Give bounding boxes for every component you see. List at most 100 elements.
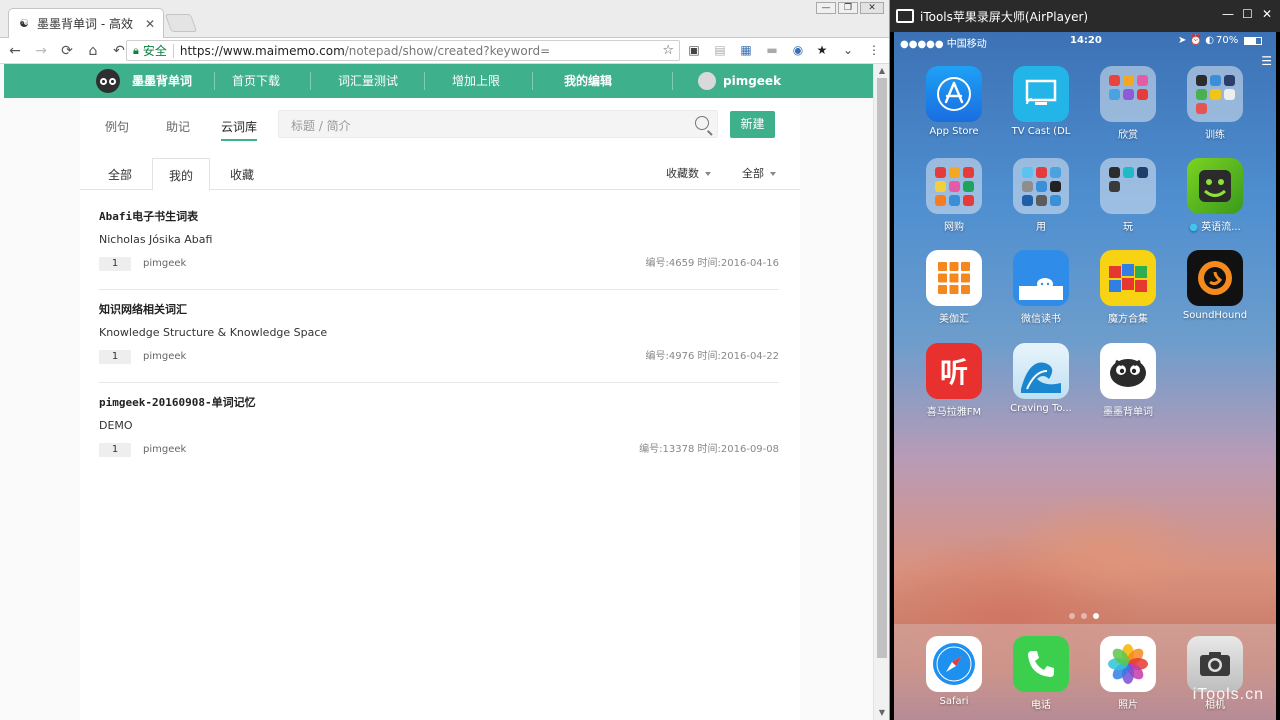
app-tv-cast[interactable]: TV Cast (DL bbox=[1001, 66, 1081, 137]
entry-subtitle: DEMO bbox=[99, 419, 133, 432]
app-label: 喜马拉雅FM bbox=[926, 407, 982, 418]
new-tab-button[interactable] bbox=[164, 14, 198, 32]
soundhound-icon bbox=[1187, 250, 1243, 306]
itools-menu-icon[interactable]: ☰ bbox=[1261, 54, 1272, 68]
nav-my-edits[interactable]: 我的编辑 bbox=[564, 64, 612, 98]
list-item[interactable]: pimgeek-20160908-单词记忆 DEMO 1 pimgeek 编号:… bbox=[99, 384, 779, 476]
home-icon[interactable]: ⌂ bbox=[82, 40, 104, 62]
favicon-icon: ☯ bbox=[19, 17, 29, 30]
dock-app-phone[interactable]: 电话 bbox=[1001, 636, 1081, 711]
search-icon[interactable] bbox=[695, 116, 709, 130]
dock-app-photos[interactable]: 照片 bbox=[1088, 636, 1168, 711]
app-wechat-read[interactable]: 微信读书 bbox=[1001, 250, 1081, 325]
list-item[interactable]: 知识网络相关词汇 Knowledge Structure & Knowledge… bbox=[99, 291, 779, 383]
scroll-down-icon[interactable]: ▼ bbox=[874, 706, 889, 720]
extension-badge-icon[interactable]: ◉ bbox=[790, 42, 806, 58]
caret-down-icon bbox=[770, 172, 776, 176]
entry-author[interactable]: pimgeek bbox=[143, 443, 186, 457]
maimemo-logo-icon[interactable] bbox=[96, 69, 120, 93]
battery-icon bbox=[1244, 37, 1262, 45]
app-label-text: 英语流... bbox=[1201, 222, 1241, 233]
extension-page-icon[interactable]: ▤ bbox=[712, 42, 728, 58]
extension-square-icon[interactable]: ▣ bbox=[686, 42, 702, 58]
user-name[interactable]: pimgeek bbox=[723, 64, 781, 98]
app-meijiahui[interactable]: 美伽汇 bbox=[914, 250, 994, 325]
entry-author[interactable]: pimgeek bbox=[143, 350, 186, 364]
entry-title[interactable]: 知识网络相关词汇 bbox=[99, 301, 187, 317]
subtab-examples[interactable]: 例句 bbox=[105, 118, 129, 135]
page-scrollbar[interactable]: ▲ ▼ bbox=[873, 64, 889, 720]
search-placeholder: 标题 / 简介 bbox=[291, 119, 351, 133]
filter-tab-all[interactable]: 全部 bbox=[90, 158, 150, 190]
app-label: 微信读书 bbox=[1021, 314, 1061, 325]
address-bar[interactable]: 🔒︎ 安全 https://www.maimemo.com/notepad/sh… bbox=[126, 40, 680, 61]
app-label: 用 bbox=[1036, 222, 1046, 233]
app-craving-to[interactable]: Craving To... bbox=[1001, 343, 1081, 414]
folder-shopping[interactable]: 网购 bbox=[914, 158, 994, 233]
sort-dropdown[interactable]: 收藏数 bbox=[666, 158, 711, 190]
photos-flower-icon bbox=[1100, 636, 1156, 692]
english-app-face-icon bbox=[1187, 158, 1243, 214]
entry-subtitle: Nicholas Jósika Abafi bbox=[99, 233, 213, 246]
chevron-down-icon[interactable]: ⌄ bbox=[840, 42, 856, 58]
entry-author[interactable]: pimgeek bbox=[143, 257, 186, 271]
menu-kebab-icon[interactable]: ⋮ bbox=[866, 42, 882, 58]
app-english-fluent[interactable]: ● 英语流... bbox=[1175, 158, 1255, 233]
folder-appreciate[interactable]: 欣赏 bbox=[1088, 66, 1168, 141]
itools-titlebar: iTools苹果录屏大师(AirPlayer) — ☐ ✕ bbox=[890, 0, 1280, 32]
entry-title[interactable]: Abafi电子书生词表 bbox=[99, 208, 198, 224]
restore-button[interactable]: ❐ bbox=[838, 2, 858, 14]
minimize-button[interactable]: — bbox=[816, 2, 836, 14]
entry-title[interactable]: pimgeek-20160908-单词记忆 bbox=[99, 394, 256, 410]
list-item[interactable]: Abafi电子书生词表 Nicholas Jósika Abafi 1 pimg… bbox=[99, 198, 779, 290]
app-label: App Store bbox=[929, 126, 979, 137]
bookmark-manager-icon[interactable]: ★ bbox=[814, 42, 830, 58]
subtab-mnemonics[interactable]: 助记 bbox=[166, 118, 190, 135]
scroll-up-icon[interactable]: ▲ bbox=[874, 64, 889, 78]
logo-eye-right bbox=[109, 77, 116, 85]
tab-close-icon[interactable]: ✕ bbox=[145, 17, 155, 31]
range-dropdown[interactable]: 全部 bbox=[742, 158, 776, 190]
folder-icon bbox=[1100, 158, 1156, 214]
page-dot-active bbox=[1093, 613, 1099, 619]
app-app-store[interactable]: App Store bbox=[914, 66, 994, 137]
itools-minimize-button[interactable]: — bbox=[1222, 7, 1234, 21]
rubik-cube-icon bbox=[1100, 250, 1156, 306]
folder-play[interactable]: 玩 bbox=[1088, 158, 1168, 233]
extension-bar-icon[interactable]: ▬ bbox=[764, 42, 780, 58]
scrollbar-thumb[interactable] bbox=[877, 78, 887, 658]
close-window-button[interactable]: ✕ bbox=[860, 2, 884, 14]
subtab-cloud-library[interactable]: 云词库 bbox=[221, 118, 258, 141]
back-icon[interactable]: ← bbox=[4, 40, 26, 62]
browser-tab[interactable]: ☯ 墨墨背单词 - 高效 ✕ bbox=[8, 8, 164, 38]
extension-grid-icon[interactable]: ▦ bbox=[738, 42, 754, 58]
site-brand[interactable]: 墨墨背单词 bbox=[132, 64, 192, 98]
new-button[interactable]: 新建 bbox=[730, 111, 775, 138]
folder-use[interactable]: 用 bbox=[1001, 158, 1081, 233]
page-indicator[interactable] bbox=[1069, 613, 1099, 619]
avatar[interactable] bbox=[698, 72, 716, 90]
app-ximalaya[interactable]: 听 喜马拉雅FM bbox=[914, 343, 994, 418]
itools-close-button[interactable]: ✕ bbox=[1262, 7, 1272, 21]
status-time: 14:20 bbox=[1070, 35, 1102, 46]
folder-training[interactable]: 训练 bbox=[1175, 66, 1255, 141]
nav-divider bbox=[424, 72, 425, 90]
meijiahui-grid-icon bbox=[926, 250, 982, 306]
nav-download[interactable]: 首页下载 bbox=[232, 64, 280, 98]
dock-app-safari[interactable]: Safari bbox=[914, 636, 994, 707]
app-rubik-collection[interactable]: 魔方合集 bbox=[1088, 250, 1168, 325]
filter-tab-favorites[interactable]: 收藏 bbox=[212, 158, 272, 190]
forward-icon[interactable]: → bbox=[30, 40, 52, 62]
omnibox-divider bbox=[172, 43, 174, 58]
search-input[interactable]: 标题 / 简介 bbox=[278, 110, 718, 138]
app-maimemo[interactable]: 墨墨背单词 bbox=[1088, 343, 1168, 418]
app-label: 墨墨背单词 bbox=[1103, 407, 1153, 418]
reload-icon[interactable]: ⟳ bbox=[56, 40, 78, 62]
itools-restore-button[interactable]: ☐ bbox=[1242, 7, 1253, 21]
nav-increase-limit[interactable]: 增加上限 bbox=[452, 64, 500, 98]
app-soundhound[interactable]: SoundHound bbox=[1175, 250, 1255, 321]
bookmark-star-icon[interactable]: ☆ bbox=[662, 43, 674, 58]
entry-count-badge: 1 bbox=[99, 350, 131, 364]
filter-tab-mine[interactable]: 我的 bbox=[152, 158, 210, 191]
nav-vocab-test[interactable]: 词汇量测试 bbox=[338, 64, 398, 98]
